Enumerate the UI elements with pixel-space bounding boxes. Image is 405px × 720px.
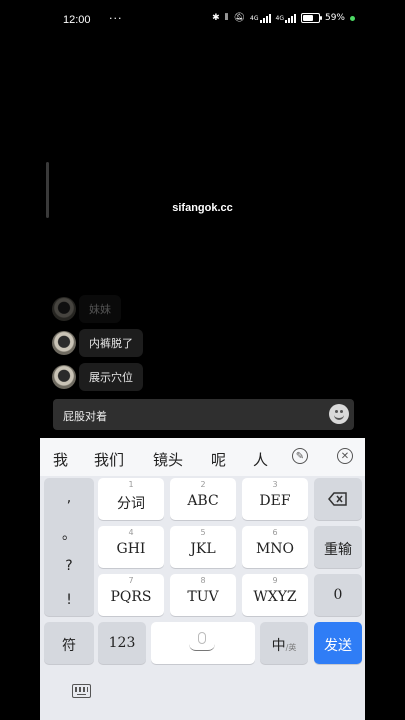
more-dots-icon: ··· bbox=[109, 12, 123, 25]
space-key[interactable] bbox=[151, 622, 255, 664]
comment-input[interactable]: 屁股对着 bbox=[53, 399, 354, 430]
vibrate-icon: ⦀ bbox=[224, 13, 229, 23]
punctuation-column[interactable]: , 。 ? ! bbox=[44, 478, 94, 616]
punctuation-key[interactable]: , bbox=[44, 490, 94, 506]
comment-item[interactable]: 妹妹 bbox=[52, 294, 352, 324]
candidate-word[interactable]: 我们 bbox=[94, 449, 124, 470]
comment-item[interactable]: 内裤脱了 bbox=[52, 328, 352, 358]
battery-percent: 59% bbox=[324, 13, 345, 23]
retype-key[interactable]: 重输 bbox=[314, 526, 362, 568]
bluetooth-icon: ✱ bbox=[212, 13, 220, 23]
mute-icon: 🔕︎ bbox=[233, 13, 246, 23]
network-label-2: 4G bbox=[275, 14, 284, 22]
zero-key[interactable]: 0 bbox=[314, 574, 362, 616]
video-watermark: sifangok.cc bbox=[172, 202, 233, 214]
candidate-bar: 我 我们 镜头 呢 人 ✎ ✕ bbox=[40, 438, 365, 476]
comment-item[interactable]: 展示穴位 bbox=[52, 362, 352, 392]
handwriting-icon[interactable]: ✎ bbox=[292, 448, 308, 464]
battery-icon bbox=[300, 13, 322, 23]
send-button[interactable]: 发送 bbox=[314, 622, 362, 664]
avatar bbox=[52, 297, 76, 321]
punctuation-key[interactable]: ? bbox=[44, 558, 94, 574]
comment-text: 妹妹 bbox=[79, 295, 121, 323]
keyboard-hide-icon[interactable] bbox=[72, 684, 91, 698]
signal-icon bbox=[259, 13, 271, 23]
status-bar: 12:00 ··· ✱ ⦀ 🔕︎ 4G 4G 59% bbox=[40, 0, 365, 40]
backspace-key[interactable] bbox=[314, 478, 362, 520]
candidate-word[interactable]: 我 bbox=[53, 449, 68, 470]
avatar bbox=[52, 331, 76, 355]
key-5[interactable]: 5 JKL bbox=[170, 526, 236, 568]
candidate-word[interactable]: 镜头 bbox=[153, 449, 183, 470]
key-6[interactable]: 6 MNO bbox=[242, 526, 308, 568]
microphone-icon bbox=[198, 632, 206, 644]
status-icons: ✱ ⦀ 🔕︎ 4G 4G 59% bbox=[212, 13, 355, 23]
punctuation-key[interactable]: ! bbox=[44, 592, 94, 608]
candidate-word[interactable]: 人 bbox=[253, 449, 268, 470]
key-9[interactable]: 9 WXYZ bbox=[242, 574, 308, 616]
comment-input-text: 屁股对着 bbox=[63, 410, 107, 423]
status-time: 12:00 bbox=[63, 14, 91, 26]
signal-icon-2 bbox=[284, 13, 296, 23]
candidate-word[interactable]: 呢 bbox=[211, 449, 226, 470]
numbers-key[interactable]: 123 bbox=[98, 622, 146, 664]
key-2[interactable]: 2 ABC bbox=[170, 478, 236, 520]
avatar bbox=[52, 365, 76, 389]
space-bar-icon bbox=[189, 644, 215, 651]
key-4[interactable]: 4 GHI bbox=[98, 526, 164, 568]
close-icon[interactable]: ✕ bbox=[337, 448, 353, 464]
comment-list: 妹妹 内裤脱了 展示穴位 bbox=[52, 294, 352, 396]
emoji-icon[interactable] bbox=[329, 404, 349, 424]
key-3[interactable]: 3 DEF bbox=[242, 478, 308, 520]
key-1[interactable]: 1 分词 bbox=[98, 478, 164, 520]
punctuation-key[interactable]: 。 bbox=[44, 524, 94, 544]
key-8[interactable]: 8 TUV bbox=[170, 574, 236, 616]
key-7[interactable]: 7 PQRS bbox=[98, 574, 164, 616]
network-label-1: 4G bbox=[250, 14, 259, 22]
privacy-indicator-icon bbox=[350, 15, 355, 21]
ime-keyboard: 我 我们 镜头 呢 人 ✎ ✕ , 。 ? ! 1 分词 2 ABC 3 DEF 4G… bbox=[40, 438, 365, 720]
comment-text: 展示穴位 bbox=[79, 363, 143, 391]
language-toggle-key[interactable]: 中/英 bbox=[260, 622, 308, 664]
symbol-key[interactable]: 符 bbox=[44, 622, 94, 664]
phone-screen: 12:00 ··· ✱ ⦀ 🔕︎ 4G 4G 59% sifangok.cc 妹… bbox=[40, 0, 365, 720]
backspace-icon bbox=[328, 492, 347, 506]
comment-text: 内裤脱了 bbox=[79, 329, 143, 357]
